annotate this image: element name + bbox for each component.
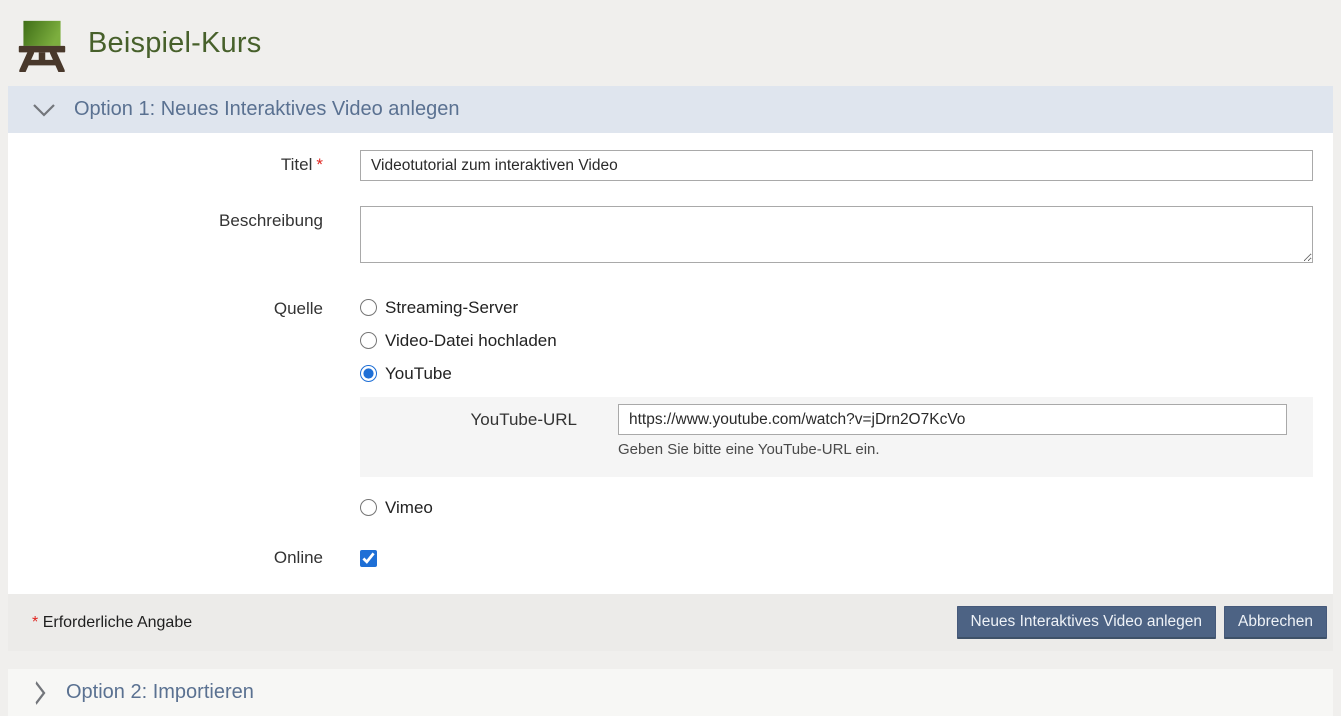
- course-header: Beispiel-Kurs: [0, 0, 1341, 86]
- radio-row-vimeo: Vimeo: [360, 491, 1313, 524]
- option1-form: Titel* Beschreibung Quelle S: [8, 133, 1333, 594]
- course-title: Beispiel-Kurs: [88, 27, 261, 60]
- youtube-url-panel: YouTube-URL Geben Sie bitte eine YouTube…: [360, 397, 1313, 477]
- radio-youtube[interactable]: [360, 365, 377, 382]
- option2-section: Option 2: Importieren: [8, 669, 1333, 716]
- beschreibung-textarea[interactable]: [360, 206, 1313, 263]
- youtube-url-hint: Geben Sie bitte eine YouTube-URL ein.: [618, 441, 1287, 458]
- titel-input[interactable]: [360, 150, 1313, 181]
- radio-vimeo-label[interactable]: Vimeo: [385, 498, 433, 518]
- youtube-url-label: YouTube-URL: [360, 404, 577, 458]
- radio-streaming-server[interactable]: [360, 299, 377, 316]
- radio-streaming-server-label[interactable]: Streaming-Server: [385, 298, 518, 318]
- beschreibung-label: Beschreibung: [8, 206, 323, 268]
- chevron-right-icon: [32, 681, 48, 705]
- quelle-row: Quelle Streaming-Server Video-Datei hoch…: [8, 291, 1333, 524]
- required-note-asterisk: *: [32, 614, 38, 631]
- titel-row: Titel*: [8, 150, 1333, 181]
- radio-youtube-label[interactable]: YouTube: [385, 364, 452, 384]
- quelle-label: Quelle: [8, 291, 323, 524]
- titel-label: Titel*: [8, 150, 323, 181]
- cancel-button[interactable]: Abbrechen: [1224, 606, 1327, 639]
- required-note-text: Erforderliche Angabe: [43, 614, 192, 631]
- required-note: * Erforderliche Angabe: [28, 614, 192, 632]
- required-asterisk: *: [316, 155, 323, 174]
- radio-row-youtube: YouTube: [360, 357, 1313, 390]
- radio-video-datei-hochladen[interactable]: [360, 332, 377, 349]
- submit-button[interactable]: Neues Interaktives Video anlegen: [957, 606, 1217, 639]
- online-checkbox[interactable]: [360, 550, 377, 567]
- youtube-url-input[interactable]: [618, 404, 1287, 435]
- option1-title: Option 1: Neues Interaktives Video anleg…: [74, 98, 459, 121]
- form-footer: * Erforderliche Angabe Neues Interaktive…: [8, 594, 1333, 651]
- radio-video-datei-hochladen-label[interactable]: Video-Datei hochladen: [385, 331, 557, 351]
- chevron-down-icon: [32, 102, 56, 118]
- radio-row-video-datei: Video-Datei hochladen: [360, 324, 1313, 357]
- online-row: Online: [8, 548, 1333, 568]
- radio-row-streaming-server: Streaming-Server: [360, 291, 1313, 324]
- radio-vimeo[interactable]: [360, 499, 377, 516]
- option1-section: Option 1: Neues Interaktives Video anleg…: [8, 86, 1333, 651]
- option2-header-bar[interactable]: Option 2: Importieren: [8, 669, 1333, 716]
- course-easel-icon: [16, 18, 68, 72]
- option2-title: Option 2: Importieren: [66, 681, 254, 704]
- beschreibung-row: Beschreibung: [8, 206, 1333, 268]
- section-gap: [0, 651, 1341, 669]
- online-label: Online: [8, 548, 323, 568]
- option1-header-bar[interactable]: Option 1: Neues Interaktives Video anleg…: [8, 86, 1333, 133]
- page: Beispiel-Kurs Option 1: Neues Interaktiv…: [0, 0, 1341, 716]
